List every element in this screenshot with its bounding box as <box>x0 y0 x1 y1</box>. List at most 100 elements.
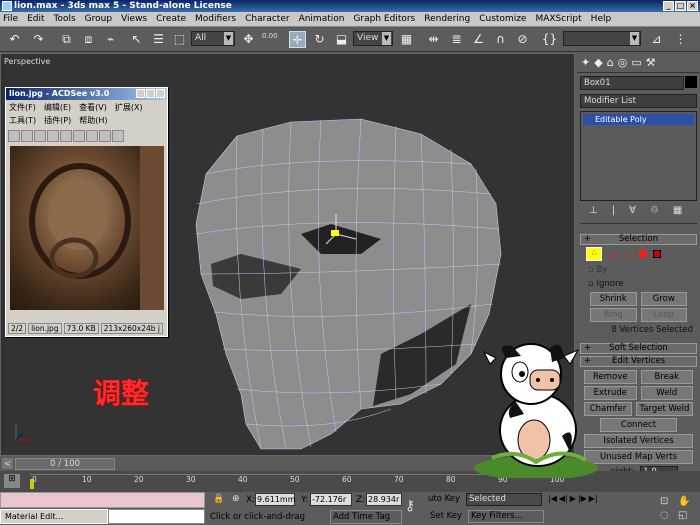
border-level-icon[interactable]: ◌ <box>623 248 633 261</box>
object-color-swatch[interactable] <box>685 76 697 88</box>
prev-key-icon[interactable]: ◀| <box>559 494 568 503</box>
acdsee-menu-tools[interactable]: 工具(T) <box>9 114 36 127</box>
remove-modifier-icon[interactable]: ♲ <box>650 205 659 216</box>
minimize-button[interactable]: _ <box>663 1 674 11</box>
menu-file[interactable]: File <box>3 12 18 26</box>
menu-graph-editors[interactable]: Graph Editors <box>353 12 415 26</box>
angle-snap-icon[interactable]: ∠ <box>470 31 487 48</box>
fullscreen-icon[interactable] <box>60 130 72 142</box>
spinner-snap-icon[interactable]: ⊘ <box>514 31 531 48</box>
menu-animation[interactable]: Animation <box>299 12 345 26</box>
key-filters-button[interactable]: Key Filters... <box>468 510 544 523</box>
polygon-level-icon[interactable] <box>638 250 647 258</box>
key-mode-dropdown[interactable]: Selected <box>466 493 542 506</box>
menu-help[interactable]: Help <box>591 12 612 26</box>
menu-character[interactable]: Character <box>245 12 289 26</box>
mirror-icon[interactable]: ⇹ <box>425 31 442 48</box>
maxscript-listener[interactable] <box>0 492 205 508</box>
lock-selection-icon[interactable]: 🔒 <box>213 494 224 504</box>
acdsee-menu-edit[interactable]: 编辑(E) <box>44 101 71 114</box>
magnet-icon[interactable]: ∩ <box>492 31 509 48</box>
loop-button[interactable]: Loop <box>640 308 687 322</box>
menu-customize[interactable]: Customize <box>479 12 526 26</box>
menu-rendering[interactable]: Rendering <box>424 12 470 26</box>
reference-coord-dropdown[interactable]: View <box>353 31 393 46</box>
menu-group[interactable]: Group <box>85 12 112 26</box>
array-icon[interactable]: ⋮ <box>672 31 689 48</box>
acdsee-maximize-button[interactable] <box>146 89 155 98</box>
menu-views[interactable]: Views <box>121 12 147 26</box>
utilities-tab-icon[interactable]: ⚒ <box>646 56 656 69</box>
maxscript-input[interactable] <box>108 509 205 524</box>
acdsee-menu-help[interactable]: 帮助(H) <box>79 114 107 127</box>
weld-button[interactable]: Weld <box>640 386 693 400</box>
mirror-tool-icon[interactable]: ⊿ <box>648 31 665 48</box>
z-coord-field[interactable]: 28.934r <box>366 493 402 506</box>
menu-edit[interactable]: Edit <box>27 12 44 26</box>
display-tab-icon[interactable]: ▭ <box>631 56 641 69</box>
hierarchy-tab-icon[interactable]: ⌂ <box>607 56 614 69</box>
rotate-icon[interactable]: ↻ <box>311 31 328 48</box>
mini-curve-icon[interactable]: ⊞ <box>4 474 20 488</box>
add-time-tag-button[interactable]: Add Time Tag <box>330 510 402 524</box>
ignore-backfacing-row[interactable]: ▫ Ignore <box>580 277 697 291</box>
y-coord-field[interactable]: -72.176r <box>310 493 352 506</box>
menu-create[interactable]: Create <box>156 12 186 26</box>
make-unique-icon[interactable]: ∀ <box>629 205 636 216</box>
zoom-fit-icon[interactable] <box>112 130 124 142</box>
bind-spacewarp-icon[interactable]: ⌁ <box>102 31 119 48</box>
select-by-name-icon[interactable]: ☰ <box>150 31 167 48</box>
align-icon[interactable]: ≣ <box>448 31 465 48</box>
element-level-icon[interactable] <box>652 250 661 258</box>
redo-icon[interactable]: ↷ <box>30 31 47 48</box>
menu-modifiers[interactable]: Modifiers <box>195 12 236 26</box>
link-icon[interactable]: ⧉ <box>58 31 75 48</box>
prev-icon[interactable] <box>34 130 46 142</box>
selection-rollout-header[interactable]: Selection <box>580 234 697 245</box>
acdsee-menu-ext[interactable]: 扩展(X) <box>115 101 143 114</box>
modifier-list-dropdown[interactable]: Modifier List <box>580 94 697 108</box>
target-weld-button[interactable]: Target Weld <box>635 402 693 416</box>
acdsee-window[interactable]: lion.jpg - ACDSee v3.0 文件(F) 编辑(E) 查看(V)… <box>5 87 168 337</box>
next-key-icon[interactable]: |▶ <box>578 494 587 503</box>
play-icon[interactable]: ▶ <box>570 494 576 503</box>
show-end-result-icon[interactable]: | <box>612 205 615 216</box>
scale-icon[interactable]: ⬓ <box>333 31 350 48</box>
zoom-in-icon[interactable] <box>99 130 111 142</box>
x-coord-field[interactable]: 9.611mm <box>255 493 296 506</box>
region-select-icon[interactable]: ⬚ <box>171 31 188 48</box>
configure-sets-icon[interactable]: ▦ <box>673 205 682 216</box>
acdsee-menu-file[interactable]: 文件(F) <box>9 101 36 114</box>
shrink-button[interactable]: Shrink <box>590 292 637 306</box>
edge-level-icon[interactable]: ⊿ <box>608 248 617 261</box>
maximize-button[interactable]: □ <box>675 1 686 11</box>
create-tab-icon[interactable]: ✦ <box>581 56 590 69</box>
motion-tab-icon[interactable]: ◎ <box>618 56 628 69</box>
frame-indicator[interactable]: 0 / 100 <box>15 458 115 470</box>
refresh-icon[interactable] <box>73 130 85 142</box>
undo-icon[interactable]: ↶ <box>6 31 23 48</box>
break-button[interactable]: Break <box>640 370 693 384</box>
stack-item-editable-poly[interactable]: Editable Poly <box>583 114 694 125</box>
unlink-icon[interactable]: ⧈ <box>80 31 97 48</box>
select-object-icon[interactable]: ↖ <box>128 31 145 48</box>
ring-button[interactable]: Ring <box>590 308 637 322</box>
object-name-field[interactable]: Box01 <box>580 76 684 90</box>
modify-tab-icon[interactable]: ◆ <box>594 56 602 69</box>
acdsee-close-button[interactable] <box>156 89 165 98</box>
acdsee-menu-view[interactable]: 查看(V) <box>79 101 107 114</box>
absolute-mode-icon[interactable]: ⊕ <box>232 494 240 504</box>
acdsee-menu-plugins[interactable]: 插件(P) <box>44 114 71 127</box>
arc-rotate-icon[interactable]: ◌ <box>660 510 669 521</box>
auto-key-button[interactable]: uto Key <box>428 494 460 504</box>
acdsee-title-bar[interactable]: lion.jpg - ACDSee v3.0 <box>6 88 167 100</box>
taskbar-material-editor[interactable]: Material Edit... <box>0 509 108 524</box>
acdsee-minimize-button[interactable] <box>136 89 145 98</box>
vertex-level-icon[interactable]: ∴ <box>586 247 602 261</box>
menu-tools[interactable]: Tools <box>54 12 76 26</box>
named-selection-icon[interactable]: {} <box>541 31 558 48</box>
browse-icon[interactable] <box>8 130 20 142</box>
go-start-icon[interactable]: |◀ <box>548 494 557 503</box>
go-end-icon[interactable]: ▶| <box>589 494 598 503</box>
grow-button[interactable]: Grow <box>640 292 687 306</box>
